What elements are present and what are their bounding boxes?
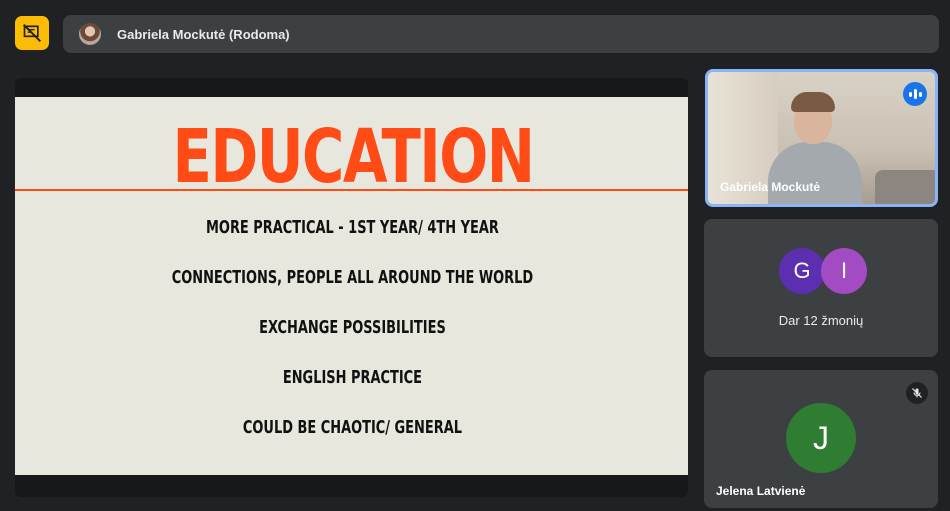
slide-bullet: COULD BE CHAOTIC/ GENERAL bbox=[242, 417, 462, 438]
presentation-off-button[interactable] bbox=[15, 16, 49, 50]
others-count-label: Dar 12 žmonių bbox=[778, 313, 864, 328]
presenter-label: Gabriela Mockutė (Rodoma) bbox=[117, 26, 290, 42]
avatar: G bbox=[779, 248, 825, 294]
slide-bullet: EXCHANGE POSSIBILITIES bbox=[259, 317, 446, 338]
video-person-hair bbox=[791, 92, 835, 112]
slide-bullet: MORE PRACTICAL - 1ST YEAR/ 4TH YEAR bbox=[206, 217, 499, 238]
avatar: J bbox=[786, 403, 856, 473]
presentation-off-icon bbox=[23, 24, 41, 42]
presentation-stage[interactable]: EDUCATION MORE PRACTICAL - 1ST YEAR/ 4TH… bbox=[15, 78, 688, 497]
slide-title: EDUCATION bbox=[172, 114, 536, 200]
video-sofa bbox=[875, 170, 935, 204]
slide-bullet: ENGLISH PRACTICE bbox=[282, 367, 423, 388]
participant-name: Gabriela Mockutė bbox=[720, 180, 821, 194]
avatar: I bbox=[821, 248, 867, 294]
participant-tile-jelena[interactable]: J Jelena Latvienė bbox=[704, 370, 938, 508]
slide-divider bbox=[15, 189, 688, 191]
presenter-avatar bbox=[79, 23, 101, 45]
mic-off-icon bbox=[906, 382, 928, 404]
slide: EDUCATION MORE PRACTICAL - 1ST YEAR/ 4TH… bbox=[15, 97, 688, 475]
participant-tile-active-speaker[interactable]: Gabriela Mockutė bbox=[705, 69, 938, 207]
participant-tile-others[interactable]: G I Dar 12 žmonių bbox=[704, 219, 938, 357]
slide-bullet: CONNECTIONS, PEOPLE ALL AROUND THE WORLD bbox=[171, 267, 534, 288]
participant-name: Jelena Latvienė bbox=[716, 484, 806, 498]
presenter-bar[interactable]: Gabriela Mockutė (Rodoma) bbox=[63, 15, 939, 53]
speaking-indicator-icon bbox=[903, 82, 927, 106]
video-person-body bbox=[768, 142, 862, 204]
